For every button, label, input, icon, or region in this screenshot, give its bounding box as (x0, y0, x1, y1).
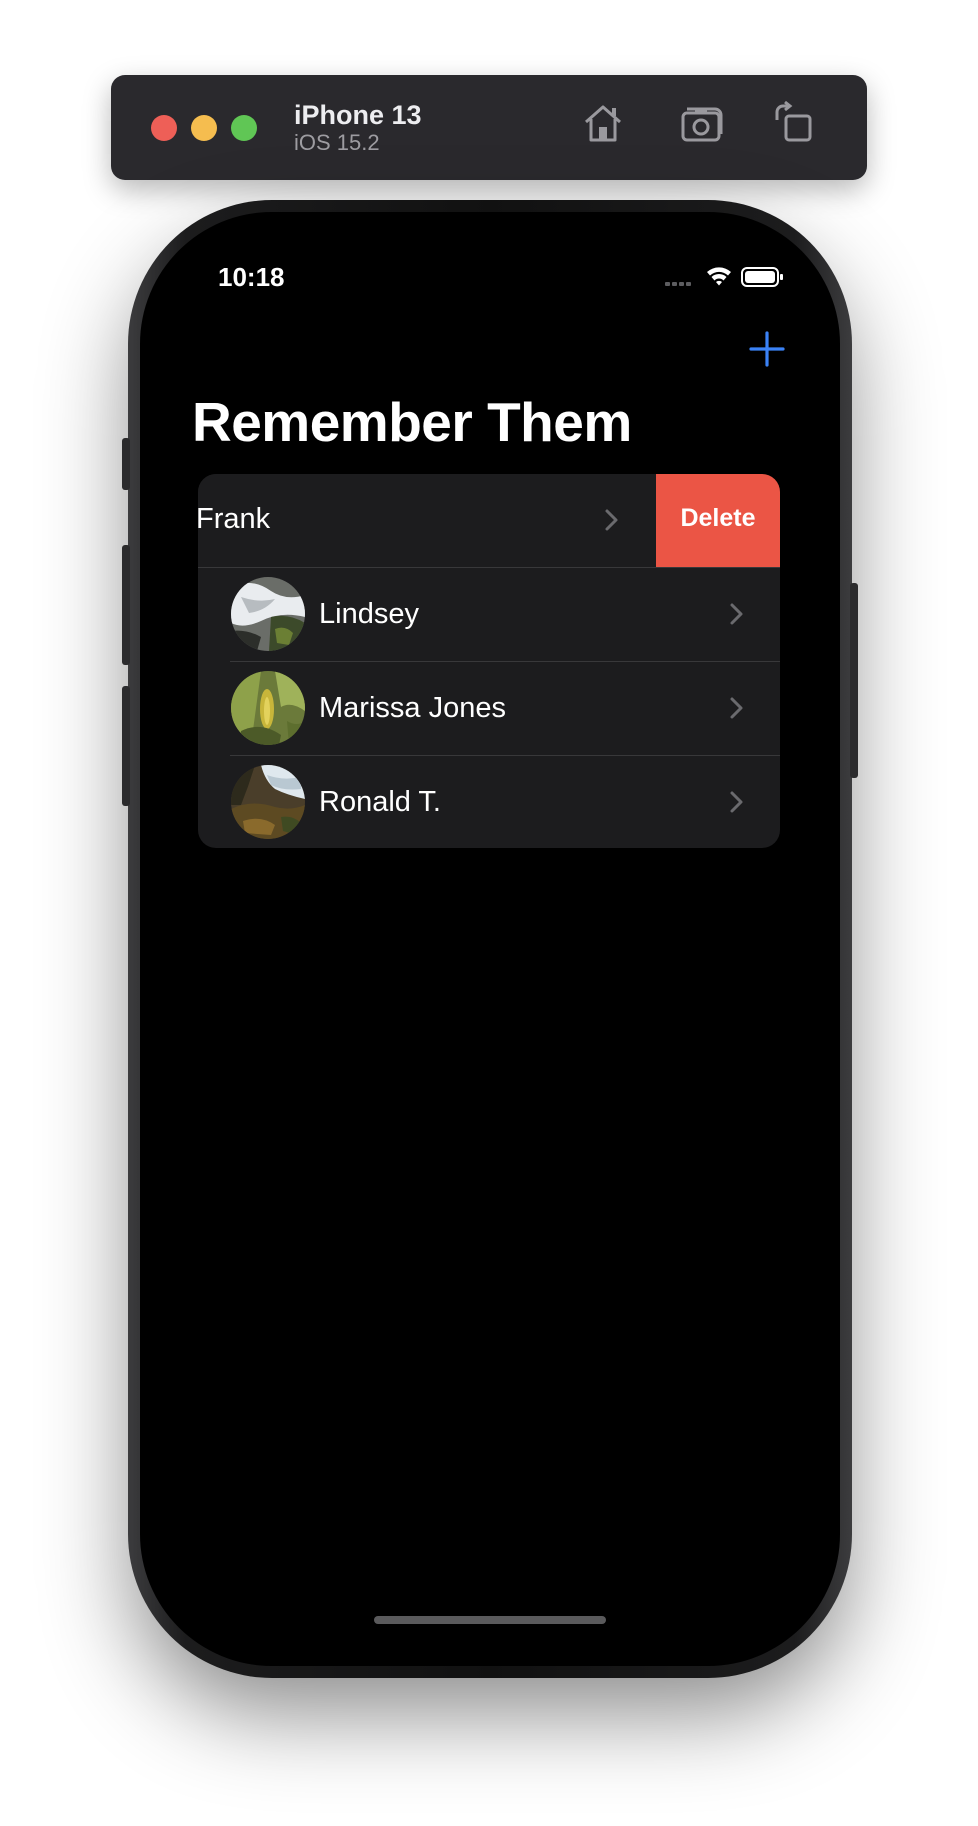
add-person-button[interactable] (745, 327, 789, 371)
swiped-row-content[interactable]: Frank (198, 474, 655, 567)
delete-label: Delete (680, 504, 756, 532)
person-name: Ronald T. (319, 786, 441, 818)
window-zoom-button[interactable] (231, 115, 257, 141)
chevron-right-icon (730, 697, 743, 719)
rotate-icon[interactable] (772, 100, 818, 146)
list-item-lindsey[interactable]: Lindsey (198, 568, 780, 661)
home-icon[interactable] (580, 100, 626, 146)
plus-icon (749, 331, 785, 367)
list-item-marissa-jones[interactable]: Marissa Jones (198, 662, 780, 755)
volume-down-button (122, 686, 130, 806)
person-name: Marissa Jones (319, 692, 506, 724)
simulator-title-bar (111, 75, 867, 180)
chevron-right-icon (605, 509, 618, 531)
page-title: Remember Them (192, 391, 632, 453)
mute-switch (122, 438, 130, 490)
chevron-right-icon (730, 603, 743, 625)
simulator-os-version: iOS 15.2 (294, 130, 380, 155)
status-icons (665, 267, 783, 287)
power-button (850, 583, 858, 778)
status-time: 10:18 (218, 262, 285, 292)
cellular-icon (665, 282, 691, 286)
avatar (231, 577, 305, 651)
avatar (231, 671, 305, 745)
wifi-icon (707, 267, 731, 286)
battery-icon (741, 267, 783, 287)
window-minimize-button[interactable] (191, 115, 217, 141)
list-item-frank[interactable]: Frank Delete (198, 474, 780, 567)
avatar (231, 765, 305, 839)
screenshot-icon[interactable] (680, 100, 726, 146)
person-name: Lindsey (319, 598, 419, 630)
person-name: Frank (198, 503, 271, 535)
volume-up-button (122, 545, 130, 665)
device-screen: 10:18 Remember Them Frank Delete Lindsey… (140, 212, 840, 1666)
simulator-device-name: iPhone 13 (294, 100, 422, 130)
list-item-ronald-t[interactable]: Ronald T. (198, 756, 780, 848)
window-close-button[interactable] (151, 115, 177, 141)
chevron-right-icon (730, 791, 743, 813)
home-indicator[interactable] (374, 1616, 606, 1624)
people-list: Frank Delete Lindsey Marissa Jones Ronal… (198, 474, 780, 848)
delete-button[interactable]: Delete (656, 474, 780, 567)
